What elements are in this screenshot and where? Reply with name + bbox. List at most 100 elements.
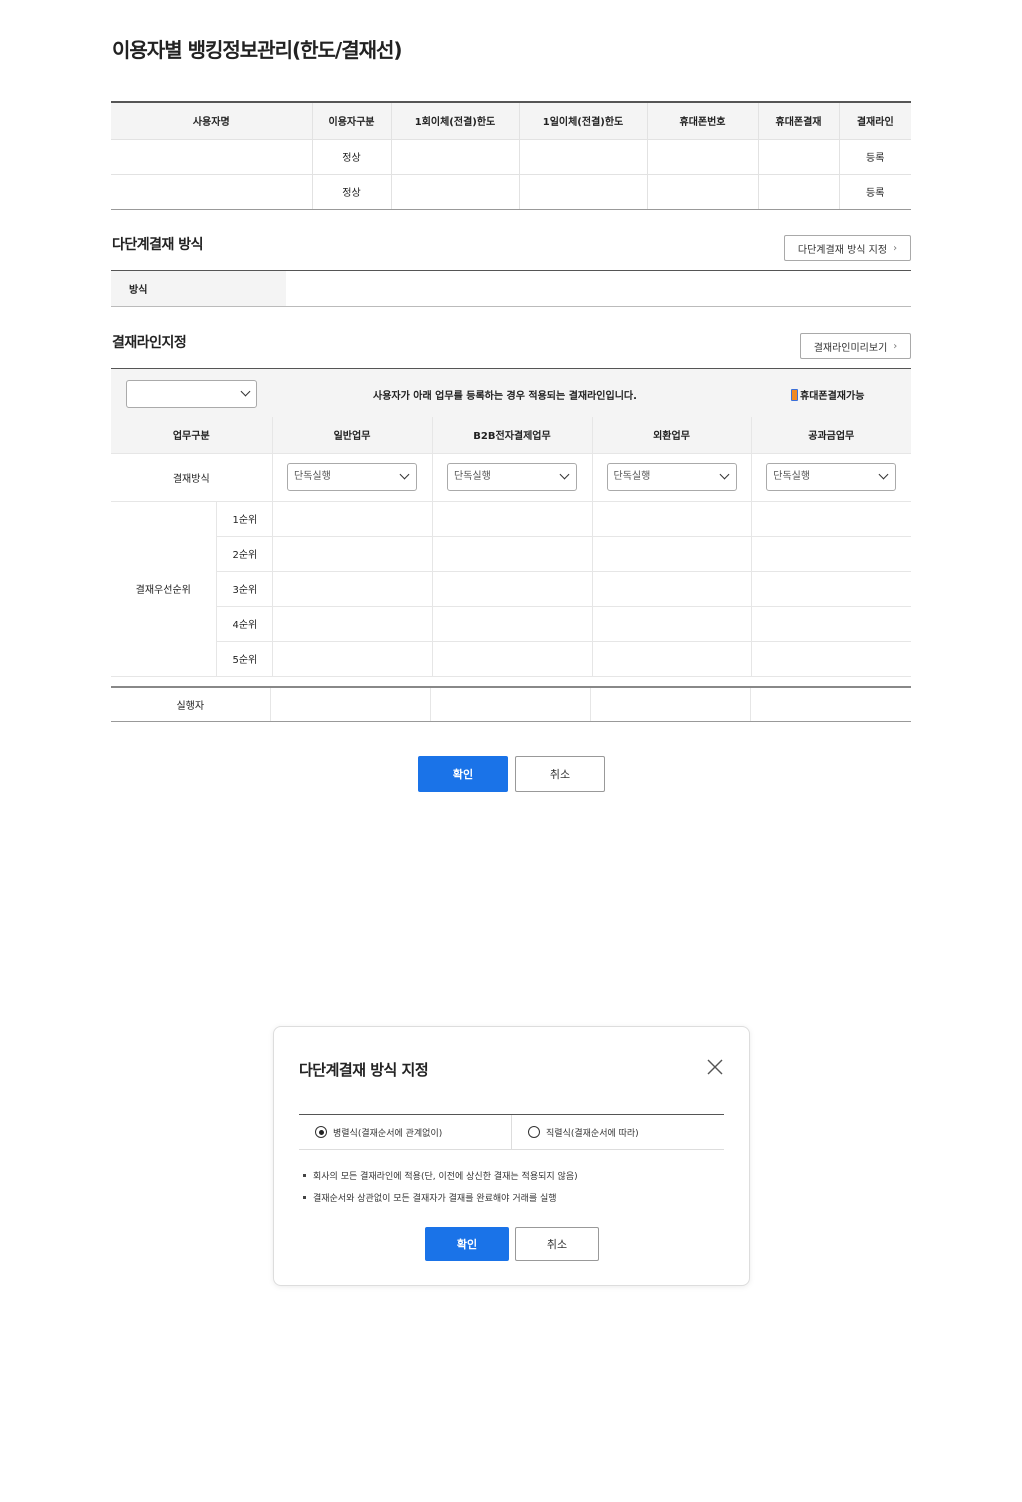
approver-cell[interactable] <box>271 571 432 607</box>
priority-row: 2순위 <box>111 536 911 572</box>
general-method-select[interactable]: 단독실행 <box>287 463 417 491</box>
approver-cell[interactable] <box>591 606 751 642</box>
approval-line-preview-label: 결재라인미리보기 <box>813 342 888 354</box>
cancel-button[interactable]: 취소 <box>515 756 605 792</box>
approver-cell[interactable] <box>431 606 592 642</box>
cell-user-name <box>111 174 312 209</box>
radio-serial[interactable]: 직렬식(결재순서에 따라) <box>511 1115 724 1149</box>
approver-select[interactable] <box>126 380 257 408</box>
method-table: 방식 <box>111 270 911 307</box>
approver-cell[interactable] <box>750 606 911 642</box>
col-task-type: 업무구분 <box>111 417 272 454</box>
priority-row: 4순위 <box>111 606 911 642</box>
cell-daily-limit <box>518 139 647 175</box>
approver-cell[interactable] <box>271 641 432 677</box>
cell-per-limit <box>390 174 519 209</box>
note-text: 회사의 모든 결재라인에 적용(단, 이전에 상신한 결재는 적용되지 않음) <box>313 1171 578 1182</box>
executor-cell[interactable] <box>269 688 431 721</box>
rank-label: 1순위 <box>215 501 272 537</box>
chevron-down-icon <box>878 469 889 480</box>
approval-method-row: 결재방식 단독실행 단독실행 단독실행 단독실행 <box>111 453 911 502</box>
col-user-name: 사용자명 <box>111 103 312 140</box>
approver-cell[interactable] <box>431 536 592 572</box>
b2b-method-select[interactable]: 단독실행 <box>447 463 577 491</box>
fx-method-select[interactable]: 단독실행 <box>606 463 737 491</box>
method-cell: 단독실행 <box>271 453 432 502</box>
col-approval-line: 결재라인 <box>838 103 911 140</box>
approver-cell[interactable] <box>750 501 911 537</box>
approver-cell[interactable] <box>431 641 592 677</box>
multi-approval-title: 다단계결재 방식 <box>112 237 204 253</box>
approval-line-title: 결재라인지정 <box>112 335 187 351</box>
radio-serial-label: 직렬식(결재순서에 따라) <box>546 1128 639 1139</box>
col-per-transfer-limit: 1회이체(전결)한도 <box>390 103 519 140</box>
executor-cell[interactable] <box>589 688 751 721</box>
set-multi-approval-label: 다단계결재 방식 지정 <box>797 244 888 256</box>
priority-row: 결재우선순위 1순위 <box>111 501 911 677</box>
col-fx-task: 외환업무 <box>591 417 751 454</box>
cell-approval-line[interactable]: 등록 <box>838 174 911 209</box>
select-value: 단독실행 <box>454 471 491 482</box>
chevron-down-icon <box>559 469 570 480</box>
approval-line-preview-button[interactable]: 결재라인미리보기 › <box>800 333 911 359</box>
col-phone-approval: 휴대폰결재 <box>757 103 839 140</box>
approver-cell[interactable] <box>750 571 911 607</box>
chevron-down-icon <box>240 386 251 397</box>
radio-parallel[interactable]: 병렬식(결재순서에 관계없이) <box>299 1115 511 1149</box>
modal-title: 다단계결재 방식 지정 <box>299 1061 429 1079</box>
col-phone-number: 휴대폰번호 <box>646 103 758 140</box>
approval-line-grid: 업무구분 일반업무 B2B전자결제업무 외환업무 공과금업무 결재방식 단독실행… <box>111 417 911 677</box>
approval-type-radio-group: 병렬식(결재순서에 관계없이) 직렬식(결재순서에 따라) <box>299 1114 724 1150</box>
select-value: 단독실행 <box>294 471 331 482</box>
approval-line-header: 사용자가 아래 업무를 등록하는 경우 적용되는 결재라인입니다. 휴대폰결재가… <box>111 369 911 417</box>
cell-phone-approval <box>757 139 839 175</box>
radio-unchecked-icon[interactable] <box>528 1126 540 1138</box>
cell-phone <box>646 139 758 175</box>
chevron-right-icon: › <box>893 340 898 352</box>
cell-approval-line[interactable]: 등록 <box>838 139 911 175</box>
close-icon[interactable] <box>705 1057 725 1077</box>
approver-cell[interactable] <box>750 536 911 572</box>
approver-cell[interactable] <box>750 641 911 677</box>
executor-table: 실행자 <box>111 686 911 722</box>
modal-notes: 회사의 모든 결재라인에 적용(단, 이전에 상신한 결재는 적용되지 않음) … <box>303 1164 578 1208</box>
modal-confirm-button[interactable]: 확인 <box>425 1227 509 1261</box>
confirm-button[interactable]: 확인 <box>418 756 508 792</box>
note-item: 결재순서와 상관없이 모든 결재자가 결재를 완료해야 거래를 실행 <box>303 1186 578 1208</box>
priority-row: 5순위 <box>111 641 911 677</box>
select-value: 단독실행 <box>613 471 651 482</box>
cell-phone <box>646 174 758 209</box>
note-text: 결재순서와 상관없이 모든 결재자가 결재를 완료해야 거래를 실행 <box>313 1193 557 1204</box>
radio-parallel-label: 병렬식(결재순서에 관계없이) <box>333 1128 443 1139</box>
approver-cell[interactable] <box>271 536 432 572</box>
approver-cell[interactable] <box>591 536 751 572</box>
phone-icon <box>791 388 798 401</box>
mobile-approval-indicator: 휴대폰결재가능 <box>791 387 864 402</box>
rank-label: 4순위 <box>215 606 272 642</box>
approver-cell[interactable] <box>431 571 592 607</box>
chevron-down-icon <box>399 469 410 480</box>
radio-checked-icon[interactable] <box>315 1126 327 1138</box>
rank-label: 2순위 <box>215 536 272 572</box>
modal-cancel-button[interactable]: 취소 <box>515 1227 599 1261</box>
select-value: 단독실행 <box>773 471 811 482</box>
multi-approval-modal: 다단계결재 방식 지정 병렬식(결재순서에 관계없이) 직렬식(결재순서에 따라… <box>273 1026 750 1286</box>
note-item: 회사의 모든 결재라인에 적용(단, 이전에 상신한 결재는 적용되지 않음) <box>303 1164 578 1186</box>
executor-cell[interactable] <box>750 688 911 721</box>
utility-method-select[interactable]: 단독실행 <box>766 463 897 491</box>
approver-cell[interactable] <box>271 606 432 642</box>
cell-per-limit <box>390 139 519 175</box>
method-value <box>286 271 911 306</box>
approver-cell[interactable] <box>591 571 751 607</box>
approver-cell[interactable] <box>591 501 751 537</box>
table-header-row: 사용자명 이용자구분 1회이체(전결)한도 1일이체(전결)한도 휴대폰번호 휴… <box>111 103 911 140</box>
approver-cell[interactable] <box>431 501 592 537</box>
priority-row: 3순위 <box>111 571 911 607</box>
col-utility-task: 공과금업무 <box>750 417 911 454</box>
executor-cell[interactable] <box>429 688 591 721</box>
approver-cell[interactable] <box>591 641 751 677</box>
cell-user-name <box>111 139 312 175</box>
approver-cell[interactable] <box>271 501 432 537</box>
set-multi-approval-button[interactable]: 다단계결재 방식 지정 › <box>784 235 911 261</box>
page-title: 이용자별 뱅킹정보관리(한도/결재선) <box>112 38 403 62</box>
